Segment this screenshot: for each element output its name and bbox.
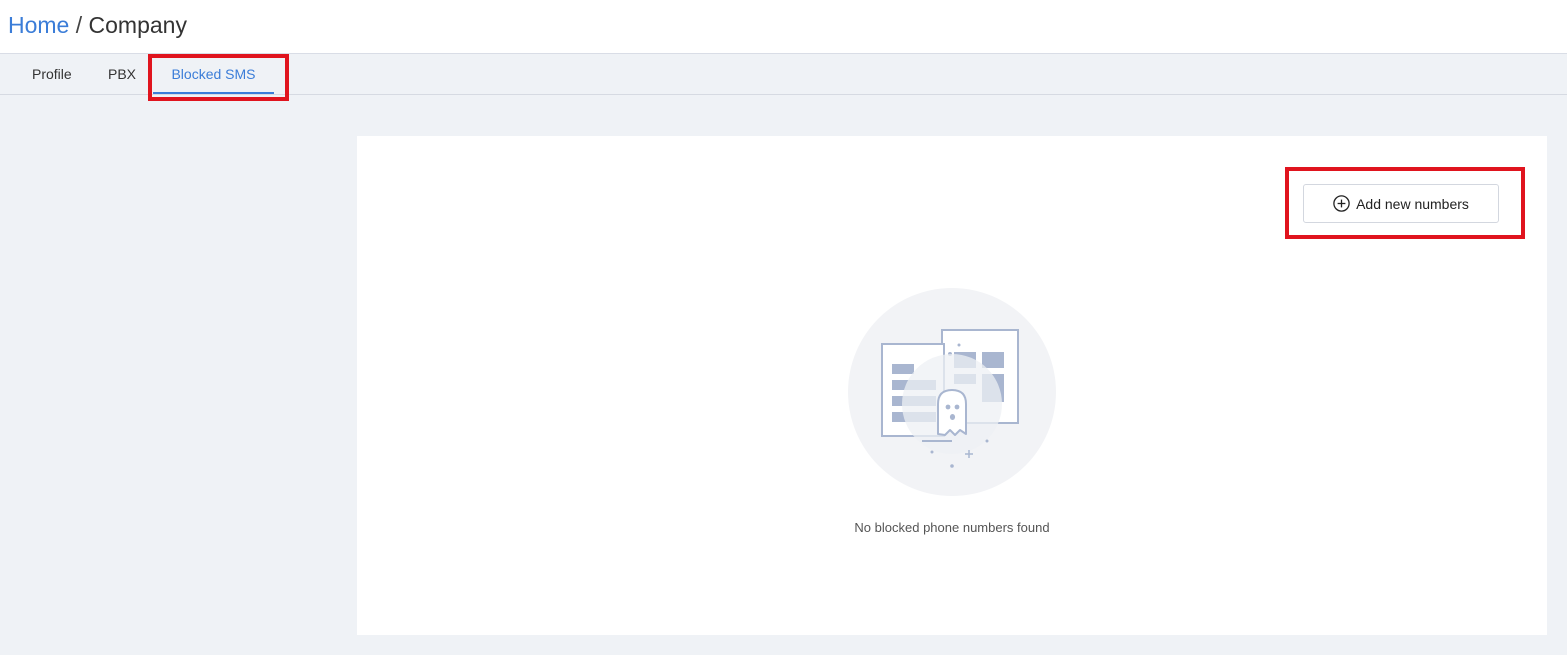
empty-state-illustration — [848, 288, 1056, 496]
breadcrumb-current: Company — [88, 12, 187, 38]
tab-pbx[interactable]: PBX — [108, 54, 136, 94]
breadcrumb: Home / Company — [8, 10, 187, 40]
tab-bar: Profile PBX Blocked SMS — [0, 54, 1567, 95]
add-new-numbers-label: Add new numbers — [1356, 195, 1469, 212]
breadcrumb-separator: / — [75, 12, 83, 38]
blocked-sms-panel: Add new numbers No blocked phone numbers… — [357, 136, 1547, 635]
tab-blocked-sms[interactable]: Blocked SMS — [153, 54, 274, 94]
empty-state-message: No blocked phone numbers found — [854, 520, 1050, 535]
top-header: Home / Company — [0, 0, 1567, 54]
active-tab-indicator — [153, 92, 274, 94]
add-new-numbers-button[interactable]: Add new numbers — [1303, 184, 1499, 223]
tab-profile[interactable]: Profile — [32, 54, 72, 94]
plus-circle-icon — [1333, 195, 1350, 212]
breadcrumb-home-link[interactable]: Home — [8, 12, 69, 38]
